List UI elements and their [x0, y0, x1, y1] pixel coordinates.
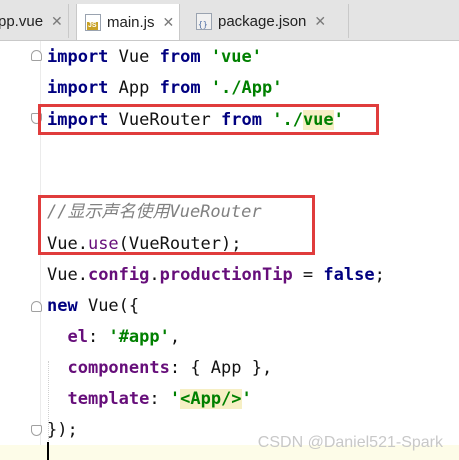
tab-package-json[interactable]: package.json ✕	[188, 4, 349, 38]
code-line-new-vue: new Vue({	[47, 296, 140, 316]
tab-app-vue[interactable]: pp.vue ✕	[0, 4, 69, 38]
tab-label: pp.vue	[0, 12, 44, 30]
js-file-icon	[85, 13, 101, 31]
code-line-el: el: '#app',	[67, 327, 181, 347]
close-icon[interactable]: ✕	[163, 14, 175, 31]
code-line-1: import Vue from 'vue'	[47, 47, 262, 67]
code-line-close: });	[47, 420, 78, 440]
code-line-config: Vue.config.productionTip = false;	[47, 265, 385, 285]
code-line-components: components: { App },	[67, 358, 273, 378]
close-icon[interactable]: ✕	[51, 13, 63, 30]
highlight-box-import	[38, 104, 379, 135]
highlight-box-vue-use	[38, 195, 315, 255]
code-line-2: import App from './App'	[47, 78, 283, 98]
code-line-template: template: '<App/>'	[67, 389, 252, 409]
fold-start-icon[interactable]	[31, 50, 42, 61]
close-icon[interactable]: ✕	[314, 13, 326, 30]
text-caret	[47, 442, 49, 460]
watermark: CSDN @Daniel521-Spark	[257, 434, 443, 451]
code-editor[interactable]: import Vue from 'vue' import App from '.…	[0, 41, 459, 460]
editor-tab-bar: pp.vue ✕ main.js ✕ package.json ✕	[0, 0, 459, 41]
tab-label: package.json	[218, 12, 307, 30]
fold-start-icon[interactable]	[31, 301, 42, 312]
tab-main-js[interactable]: main.js ✕	[76, 4, 180, 40]
fold-end-icon[interactable]	[31, 425, 42, 436]
json-file-icon	[196, 12, 212, 30]
tab-label: main.js	[107, 13, 155, 31]
